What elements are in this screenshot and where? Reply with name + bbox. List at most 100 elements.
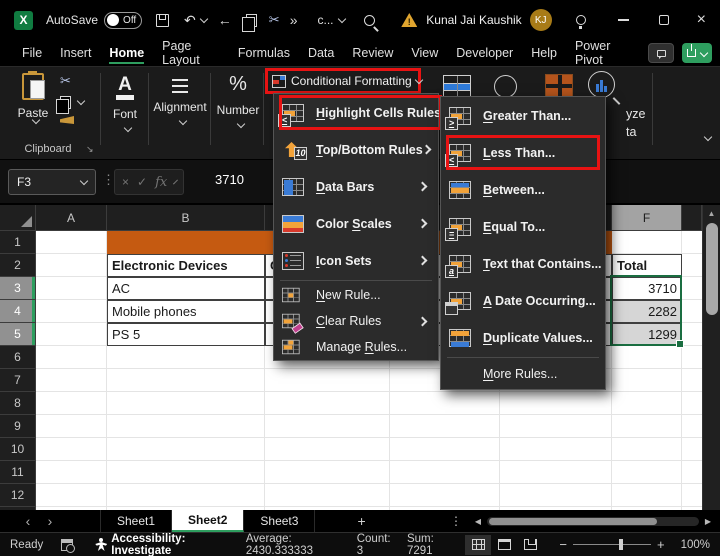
autosave-toggle[interactable]: Off — [104, 12, 142, 29]
tab-developer[interactable]: Developer — [456, 42, 513, 64]
cell-b4[interactable]: Mobile phones — [107, 300, 265, 323]
cell-f3-active[interactable]: 3710 — [612, 277, 682, 300]
row-header-5[interactable]: 5 — [0, 323, 36, 346]
menu-item-icon-sets[interactable]: Icon Sets — [274, 242, 438, 279]
alignment-group-button[interactable]: Alignment — [150, 71, 210, 124]
quick-access-overflow[interactable]: » — [290, 12, 298, 28]
menu-item-new-rule[interactable]: New Rule... — [274, 282, 438, 308]
menu-item-more-rules[interactable]: More Rules... — [441, 359, 605, 389]
menu-item-greater-than[interactable]: > Greater Than... — [441, 97, 605, 134]
menu-item-a-date-occurring[interactable]: A Date Occurring... — [441, 282, 605, 319]
save-icon[interactable] — [156, 14, 169, 27]
row-header-8[interactable]: 8 — [0, 392, 36, 415]
horizontal-scrollbar[interactable]: ◀ ▶ — [472, 517, 714, 526]
row-header-4[interactable]: 4 — [0, 300, 36, 323]
column-header-f[interactable]: F — [612, 205, 682, 231]
zoom-out-button[interactable]: − — [553, 537, 573, 552]
zoom-level[interactable]: 100% — [681, 539, 710, 551]
sheet-tab-sheet3[interactable]: Sheet3 — [244, 510, 315, 532]
tabbar-options-icon[interactable]: ⋮ — [450, 514, 462, 528]
chevron-down-icon[interactable] — [337, 14, 345, 22]
cut-icon[interactable]: ✂ — [269, 12, 280, 28]
minimize-button[interactable] — [618, 19, 629, 21]
tab-file[interactable]: File — [22, 42, 42, 64]
sheet-tab-sheet2[interactable]: Sheet2 — [172, 510, 244, 532]
cell-b2[interactable]: Electronic Devices — [107, 254, 265, 277]
paste-button[interactable]: Paste — [10, 71, 56, 143]
cut-button[interactable]: ✂ — [60, 73, 71, 89]
menu-item-text-that-contains[interactable]: a Text that Contains... — [441, 245, 605, 282]
menu-item-duplicate-values[interactable]: Duplicate Values... — [441, 319, 605, 356]
menu-item-data-bars[interactable]: Data Bars — [274, 168, 438, 205]
column-header-a[interactable]: A — [36, 205, 107, 231]
confirm-entry-icon[interactable]: ✓ — [137, 175, 147, 189]
menu-item-less-than[interactable]: < Less Than... — [441, 134, 605, 171]
search-icon[interactable] — [364, 15, 375, 26]
menu-item-top-bottom-rules[interactable]: 10 Top/Bottom Rules — [274, 131, 438, 168]
name-box[interactable]: F3 — [8, 169, 96, 195]
select-all-corner[interactable] — [0, 205, 36, 231]
conditional-formatting-button[interactable]: Conditional Formatting — [265, 68, 421, 94]
accessibility-status[interactable]: Accessibility: Investigate — [111, 533, 226, 556]
close-button[interactable]: × — [697, 15, 706, 25]
back-arrow-icon[interactable]: ← — [218, 12, 232, 28]
zoom-in-button[interactable]: + — [651, 537, 671, 552]
row-header-10[interactable]: 10 — [0, 438, 36, 461]
row-header-6[interactable]: 6 — [0, 346, 36, 369]
add-sheet-button[interactable]: + — [357, 513, 365, 529]
row-header-11[interactable]: 11 — [0, 461, 36, 484]
tab-formulas[interactable]: Formulas — [238, 42, 290, 64]
prev-sheet-icon[interactable]: ‹ — [18, 513, 38, 529]
cell-f5[interactable]: 1299 — [612, 323, 682, 346]
cell-f4[interactable]: 2282 — [612, 300, 682, 323]
cancel-entry-icon[interactable]: × — [122, 175, 129, 189]
cell-b3[interactable]: AC — [107, 277, 265, 300]
normal-view-button[interactable] — [465, 535, 491, 555]
row-header-12[interactable]: 12 — [0, 484, 36, 507]
share-button[interactable] — [682, 43, 712, 63]
macro-record-icon[interactable] — [61, 539, 73, 551]
comments-button[interactable] — [648, 43, 675, 63]
tab-review[interactable]: Review — [352, 42, 393, 64]
tab-help[interactable]: Help — [531, 42, 557, 64]
zoom-slider[interactable] — [573, 544, 651, 545]
page-layout-view-button[interactable] — [491, 535, 517, 555]
number-group-button[interactable]: % Number — [212, 71, 264, 127]
undo-button[interactable]: ↶ — [184, 12, 207, 29]
menu-item-manage-rules[interactable]: Manage Rules... — [274, 334, 438, 360]
copy-button[interactable] — [60, 96, 84, 109]
tab-view[interactable]: View — [411, 42, 438, 64]
menu-item-color-scales[interactable]: Color Scales — [274, 205, 438, 242]
menu-item-highlight-cells-rules[interactable]: < Highlight Cells Rules — [274, 94, 438, 131]
column-header-b[interactable]: B — [107, 205, 265, 231]
menu-item-between[interactable]: Between... — [441, 171, 605, 208]
row-header-7[interactable]: 7 — [0, 369, 36, 392]
sheet-tab-sheet1[interactable]: Sheet1 — [100, 510, 172, 532]
formula-bar-value[interactable]: 3710 — [215, 172, 244, 187]
cell-f2[interactable]: Total — [612, 254, 682, 277]
copy-icon[interactable] — [246, 14, 257, 27]
format-painter-button[interactable] — [60, 116, 74, 124]
horizontal-scroll-track[interactable] — [487, 517, 699, 526]
vertical-scroll-thumb[interactable] — [706, 223, 718, 315]
row-header-9[interactable]: 9 — [0, 415, 36, 438]
tab-home[interactable]: Home — [109, 42, 144, 64]
font-group-button[interactable]: A Font — [103, 71, 147, 131]
next-sheet-icon[interactable]: › — [40, 513, 60, 529]
shapes-circle-icon[interactable] — [494, 75, 517, 98]
scroll-left-icon[interactable]: ◀ — [472, 517, 484, 526]
cell-styles-icon[interactable] — [545, 74, 573, 98]
zoom-slider-thumb[interactable] — [619, 539, 623, 550]
tab-insert[interactable]: Insert — [60, 42, 91, 64]
page-break-view-button[interactable] — [517, 535, 543, 555]
row-header-1[interactable]: 1 — [0, 231, 36, 254]
analyze-data-icon[interactable] — [588, 71, 615, 98]
row-header-2[interactable]: 2 — [0, 254, 36, 277]
scroll-up-icon[interactable]: ▲ — [703, 205, 720, 221]
menu-item-clear-rules[interactable]: Clear Rules — [274, 308, 438, 334]
scroll-right-icon[interactable]: ▶ — [702, 517, 714, 526]
column-header-g-partial[interactable] — [682, 205, 702, 231]
cell-b5[interactable]: PS 5 — [107, 323, 265, 346]
horizontal-scroll-thumb[interactable] — [489, 518, 657, 525]
menu-item-equal-to[interactable]: = Equal To... — [441, 208, 605, 245]
